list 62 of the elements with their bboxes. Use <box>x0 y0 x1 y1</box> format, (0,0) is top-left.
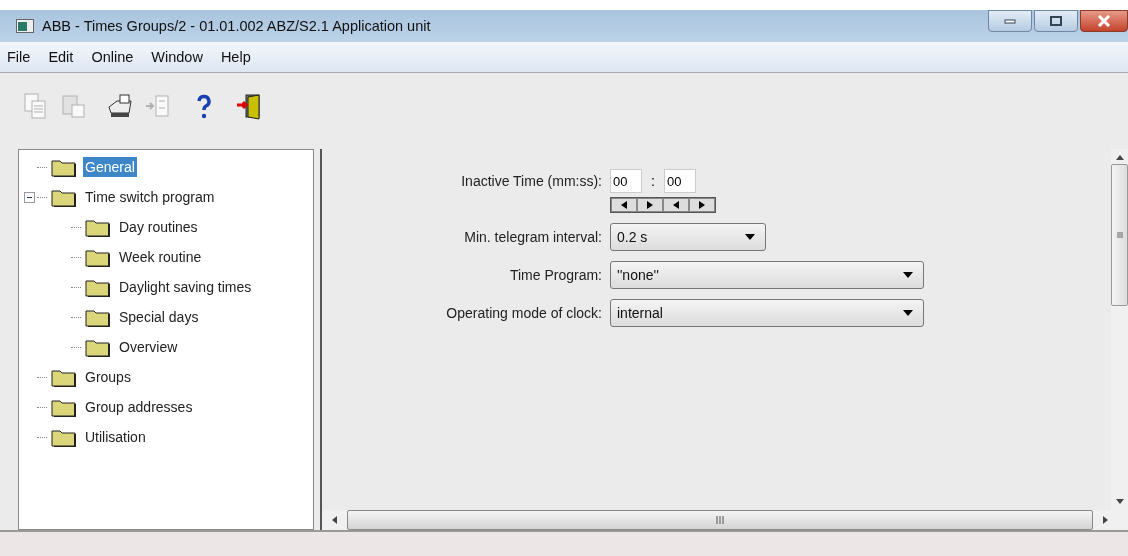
close-icon <box>1097 15 1111 27</box>
field-label: Time Program: <box>508 267 602 283</box>
folder-icon <box>83 277 113 297</box>
menu-item[interactable]: Window <box>151 49 203 65</box>
folder-icon <box>83 337 113 357</box>
app-icon <box>16 19 34 33</box>
folder-icon <box>49 427 79 447</box>
grip-icon <box>1116 232 1123 238</box>
close-button[interactable] <box>1080 10 1128 32</box>
dropdown-arrow-icon <box>903 310 913 316</box>
folder-icon <box>83 247 113 267</box>
field-label: Inactive Time (mm:ss): <box>460 172 602 189</box>
tree-item[interactable]: General <box>83 157 137 177</box>
maximize-icon <box>1050 16 1062 26</box>
maximize-button[interactable] <box>1034 10 1078 32</box>
right-triangle-icon <box>699 201 705 209</box>
tree-item[interactable]: Special days <box>117 307 201 327</box>
scroll-right-icon[interactable] <box>1103 516 1108 524</box>
menu-item[interactable]: Edit <box>48 49 74 65</box>
folder-icon <box>49 397 79 417</box>
tree-item[interactable]: Time switch program <box>83 187 217 207</box>
right-arrow-button[interactable] <box>637 198 663 212</box>
vertical-scrollbar[interactable] <box>1111 149 1128 510</box>
folder-icon <box>83 217 113 237</box>
seconds-field[interactable]: 00 <box>664 169 696 193</box>
right-triangle-icon <box>647 201 653 209</box>
menu-item[interactable]: Online <box>91 49 134 65</box>
grip-icon <box>716 516 724 524</box>
left-arrow-button[interactable] <box>663 198 689 212</box>
scroll-up-icon[interactable] <box>1115 155 1124 160</box>
tree-item[interactable]: Group addresses <box>83 397 195 417</box>
left-arrow-button[interactable] <box>611 198 637 212</box>
horizontal-scrollbar[interactable] <box>322 510 1128 530</box>
left-triangle-icon <box>621 201 627 209</box>
window-title: ABB - Times Groups/2 - 01.01.002 ABZ/S2.1 Application unit <box>42 18 431 34</box>
dropdown[interactable]: internal <box>610 299 924 327</box>
field-label: Operating mode of clock: <box>445 305 602 321</box>
dropdown[interactable]: ''none'' <box>610 261 924 289</box>
scroll-down-icon[interactable] <box>1115 499 1124 504</box>
left-triangle-icon <box>673 201 679 209</box>
folder-icon <box>49 157 79 177</box>
tree-item[interactable]: Overview <box>117 337 180 357</box>
scroll-left-icon[interactable] <box>332 516 337 524</box>
dropdown-arrow-icon <box>745 234 755 240</box>
menu-item[interactable]: File <box>7 49 31 65</box>
tree-item[interactable]: Utilisation <box>83 427 148 447</box>
folder-icon <box>49 187 79 207</box>
minutes-field[interactable]: 00 <box>610 169 642 193</box>
tree-item[interactable]: Week routine <box>117 247 204 267</box>
time-separator: : <box>650 173 656 189</box>
folder-icon <box>83 307 113 327</box>
tree-item[interactable]: Day routines <box>117 217 200 237</box>
collapse-icon[interactable] <box>24 191 35 203</box>
field-label: Min. telegram interval: <box>463 229 602 245</box>
dropdown-arrow-icon <box>903 272 913 278</box>
folder-icon <box>49 367 79 387</box>
dropdown[interactable]: 0.2 s <box>610 223 766 251</box>
tree-item[interactable]: Groups <box>83 367 133 387</box>
minimize-icon <box>1004 18 1016 24</box>
right-arrow-button[interactable] <box>689 198 715 212</box>
tree-item[interactable]: Daylight saving times <box>117 277 254 297</box>
menu-item[interactable]: Help <box>220 49 251 65</box>
